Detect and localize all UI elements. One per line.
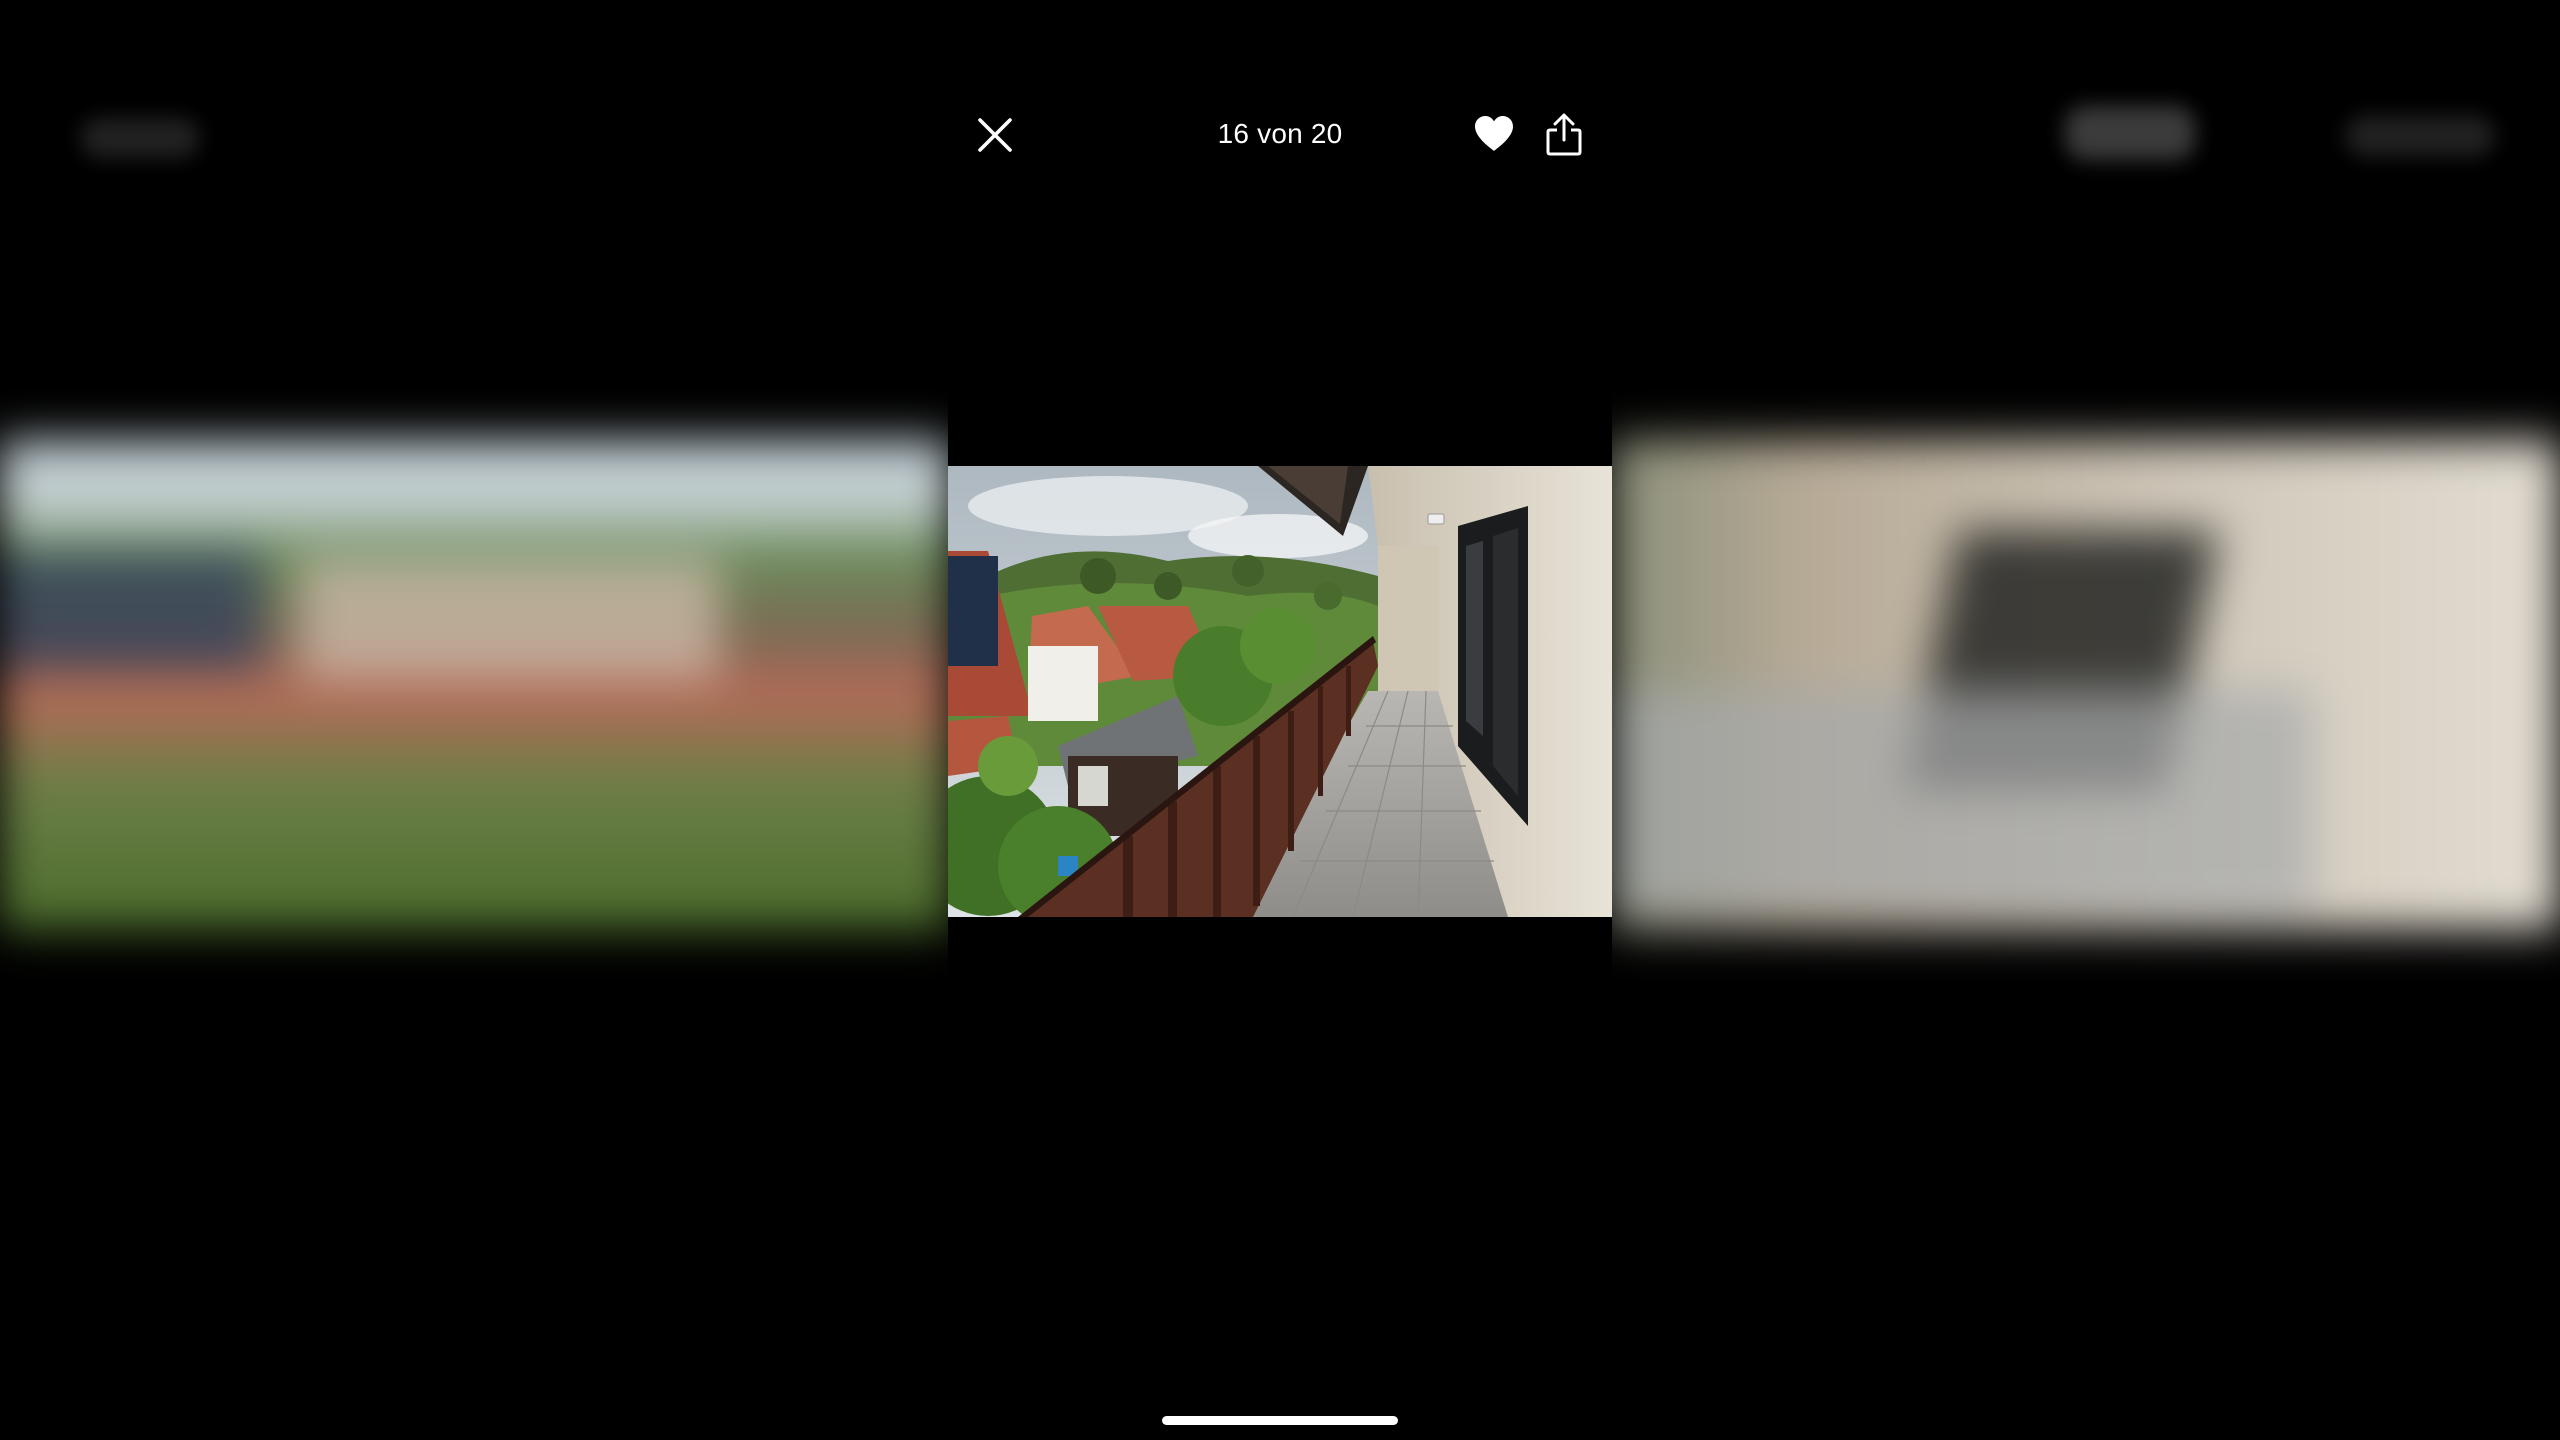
home-indicator[interactable]: [1162, 1416, 1398, 1425]
next-photo-blurred: [1612, 440, 2560, 930]
balcony-photo[interactable]: [948, 466, 1612, 917]
previous-photo-blurred: [0, 440, 950, 930]
blurred-control: [2345, 116, 2495, 156]
heart-icon: [1475, 116, 1513, 151]
photo-viewer: 16 von 20: [948, 0, 1612, 1440]
viewer-top-bar: 16 von 20: [948, 100, 1612, 180]
share-icon: [1546, 113, 1582, 156]
blurred-back-control: [80, 118, 200, 158]
photo-image: [948, 466, 1612, 917]
share-button[interactable]: [1542, 112, 1586, 158]
favorite-button[interactable]: [1472, 114, 1516, 154]
blurred-control: [2065, 106, 2195, 160]
